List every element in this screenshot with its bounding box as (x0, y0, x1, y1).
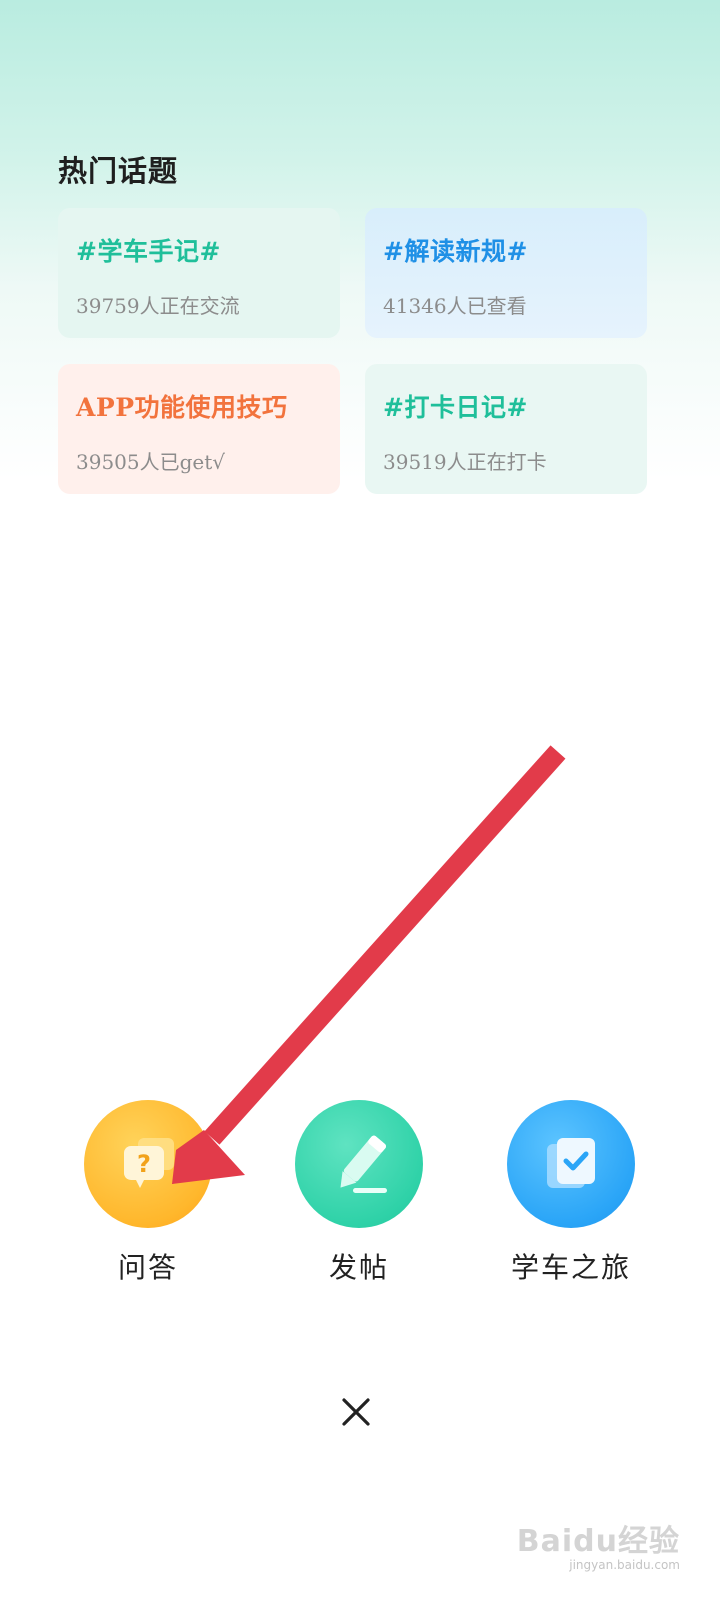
journey-label: 学车之旅 (510, 1251, 631, 1284)
qa-label: 问答 (117, 1251, 178, 1284)
qa-icon-circle[interactable]: ? (84, 1100, 212, 1228)
post-button[interactable]: 发帖 (284, 1100, 434, 1286)
topic-card-title: APP功能使用技巧 (76, 393, 288, 422)
checklist-icon (547, 1138, 595, 1188)
topic-card-app-tips[interactable]: APP功能使用技巧 39505人已get√ (58, 364, 340, 494)
watermark-logo-text: Baidu经验 (516, 1524, 680, 1559)
qa-button[interactable]: ? 问答 (73, 1100, 223, 1286)
topic-card-study-notes[interactable]: #学车手记# 39759人正在交流 (58, 208, 340, 338)
section-title: 热门话题 (58, 154, 179, 188)
post-icon-circle[interactable] (295, 1100, 423, 1228)
topic-card-subtitle: 41346人已查看 (383, 294, 527, 318)
close-icon (342, 1398, 370, 1426)
watermark: Baidu经验 jingyan.baidu.com (517, 1516, 680, 1572)
topic-card-subtitle: 39519人正在打卡 (383, 450, 547, 474)
topic-card-checkin-diary[interactable]: #打卡日记# 39519人正在打卡 (365, 364, 647, 494)
close-button[interactable] (336, 1392, 376, 1432)
topic-card-title: #解读新规# (383, 237, 528, 266)
topic-card-title: #学车手记# (76, 237, 221, 266)
journey-icon-circle[interactable] (507, 1100, 635, 1228)
topic-card-new-rules[interactable]: #解读新规# 41346人已查看 (365, 208, 647, 338)
topic-card-subtitle: 39759人正在交流 (76, 294, 240, 318)
topic-card-subtitle: 39505人已get√ (76, 450, 226, 474)
learning-journey-button[interactable]: 学车之旅 (496, 1100, 646, 1286)
post-label: 发帖 (328, 1251, 389, 1284)
watermark-url: jingyan.baidu.com (569, 1558, 680, 1572)
pencil-icon (340, 1135, 387, 1193)
question-bubble-icon: ? (124, 1138, 174, 1188)
topic-card-title: #打卡日记# (383, 393, 528, 422)
svg-text:?: ? (137, 1150, 151, 1178)
